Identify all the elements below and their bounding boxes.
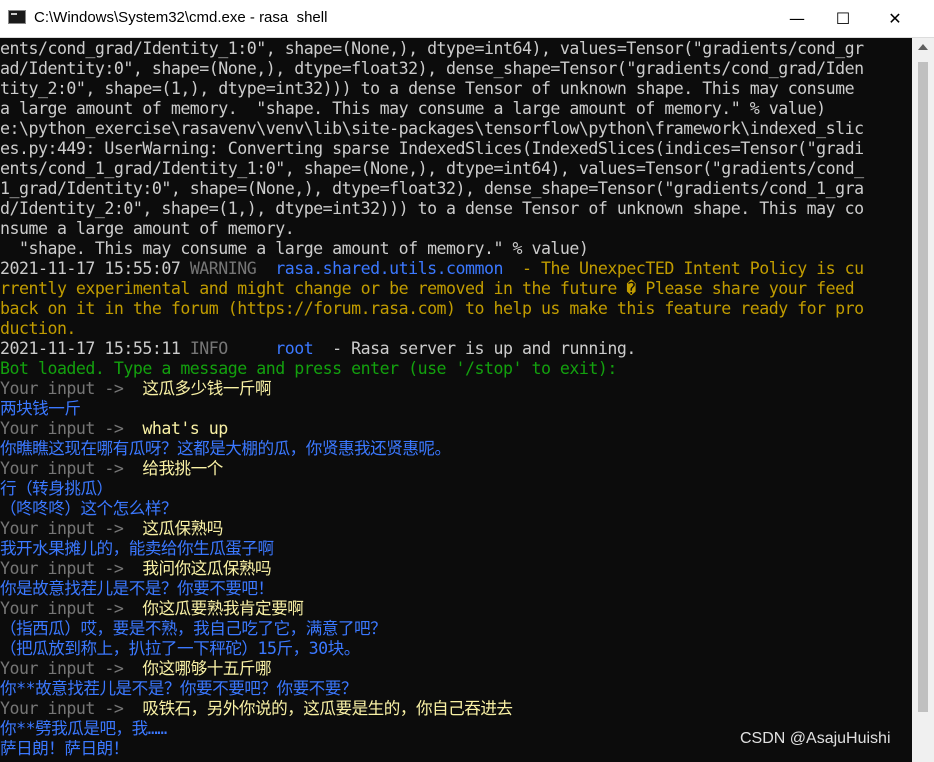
console-line: 两块钱一斤 — [0, 399, 81, 419]
console-line: 行（转身挑瓜） — [0, 479, 113, 499]
console-text-bot-text: 你**劈我瓜是吧，我…… — [0, 719, 167, 738]
minimize-button[interactable]: — — [774, 0, 820, 37]
console-text-default: ents/cond_1_grad/Identity_1:0", shape=(N… — [0, 159, 864, 178]
console-line: ents/cond_grad/Identity_1:0", shape=(Non… — [0, 39, 864, 59]
console-line: 萨日朗！萨日朗！ — [0, 739, 129, 759]
console-text-user-text: 给我挑一个 — [142, 459, 223, 478]
watermark: CSDN @AsajuHuishi — [740, 730, 891, 747]
console-text-warning-msg: rrently experimental and might change or… — [0, 279, 855, 298]
console-line: Your input -> what's up — [0, 419, 228, 439]
console-text-user-text: 你这哪够十五斤哪 — [142, 659, 272, 678]
scroll-up-arrow-icon[interactable] — [918, 44, 928, 50]
console-text-bot-text: （把瓜放到称上，扒拉了一下秤砣）15斤，30块。 — [0, 639, 360, 658]
console-line: 你是故意找茬儿是不是？你要不要吧！ — [0, 579, 274, 599]
vertical-scrollbar[interactable] — [912, 38, 934, 762]
console-text-bot-text: （咚咚咚）这个怎么样？ — [0, 499, 178, 518]
console-text-user-text: 这瓜多少钱一斤啊 — [142, 379, 272, 398]
console-text-info-label: INFO — [189, 339, 276, 358]
console-text-prompt: Your input -> — [0, 599, 143, 618]
console-text-warning-msg: - The UnexpecTED Intent Policy is cu — [503, 259, 864, 278]
console-line: e:\python_exercise\rasavenv\venv\lib\sit… — [0, 119, 864, 139]
title-bar[interactable]: C:\Windows\System32\cmd.exe - rasa shell… — [0, 0, 934, 38]
console-text-default: - Rasa server is up and running. — [313, 339, 636, 358]
console-text-warning-msg: duction. — [0, 319, 76, 338]
console-line: 你瞧瞧这现在哪有瓜呀？这都是大棚的瓜，你贤惠我还贤惠呢。 — [0, 439, 451, 459]
console-text-prompt: Your input -> — [0, 699, 143, 718]
console-text-bot-text: 你是故意找茬儿是不是？你要不要吧！ — [0, 579, 274, 598]
console-text-timestamp: 2021-11-17 15:55:11 — [0, 339, 190, 358]
console-text-bot-text: 你瞧瞧这现在哪有瓜呀？这都是大棚的瓜，你贤惠我还贤惠呢。 — [0, 439, 451, 458]
console-text-prompt: Your input -> — [0, 459, 143, 478]
console-line: 我开水果摊儿的，能卖给你生瓜蛋子啊 — [0, 539, 274, 559]
console-text-bot-text: 你**故意找茬儿是不是？你要不要吧？你要不要？ — [0, 679, 357, 698]
console-text-default: ents/cond_grad/Identity_1:0", shape=(Non… — [0, 39, 864, 58]
console-line: ents/cond_1_grad/Identity_1:0", shape=(N… — [0, 159, 864, 179]
console-text-default: es.py:449: UserWarning: Converting spars… — [0, 139, 864, 158]
console-line: Your input -> 这瓜多少钱一斤啊 — [0, 379, 272, 399]
console-text-timestamp: 2021-11-17 15:55:07 — [0, 259, 190, 278]
console-line: a large amount of memory. "shape. This m… — [0, 99, 826, 119]
console-line: 1_grad/Identity:0", shape=(None,), dtype… — [0, 179, 864, 199]
console-line: Your input -> 你这瓜要熟我肯定要啊 — [0, 599, 304, 619]
console-output[interactable]: ents/cond_grad/Identity_1:0", shape=(Non… — [0, 38, 912, 762]
console-line: （把瓜放到称上，扒拉了一下秤砣）15斤，30块。 — [0, 639, 360, 659]
console-text-logger: root — [275, 339, 314, 358]
maximize-button[interactable]: ☐ — [820, 0, 866, 37]
console-line: 你**劈我瓜是吧，我…… — [0, 719, 167, 739]
scroll-thumb[interactable] — [918, 62, 928, 712]
console-line: 你**故意找茬儿是不是？你要不要吧？你要不要？ — [0, 679, 357, 699]
console-line: Your input -> 这瓜保熟吗 — [0, 519, 223, 539]
console-text-bot-text: 行（转身挑瓜） — [0, 479, 113, 498]
console-line: "shape. This may consume a large amount … — [0, 239, 589, 259]
console-text-bot-text: （指西瓜）哎，要是不熟，我自己吃了它，满意了吧？ — [0, 619, 387, 638]
console-text-default: nsume a large amount of memory. — [0, 219, 295, 238]
console-text-default: a large amount of memory. "shape. This m… — [0, 99, 826, 118]
console-text-user-text: 我问你这瓜保熟吗 — [142, 559, 272, 578]
console-line: Your input -> 吸铁石，另外你说的，这瓜要是生的，你自己吞进去 — [0, 699, 513, 719]
console-line: Your input -> 你这哪够十五斤哪 — [0, 659, 272, 679]
console-line: back on it in the forum (https://forum.r… — [0, 299, 864, 319]
console-text-prompt: Your input -> — [0, 419, 143, 438]
console-text-user-text: 你这瓜要熟我肯定要啊 — [142, 599, 304, 618]
console-text-prompt: Your input -> — [0, 379, 143, 398]
console-text-logger: rasa.shared.utils.common — [275, 259, 504, 278]
console-text-bot-loaded: Bot loaded. Type a message and press ent… — [0, 359, 617, 378]
console-text-prompt: Your input -> — [0, 519, 143, 538]
console-line: ad/Identity:0", shape=(None,), dtype=flo… — [0, 59, 864, 79]
console-text-default: 1_grad/Identity:0", shape=(None,), dtype… — [0, 179, 864, 198]
console-text-prompt: Your input -> — [0, 559, 143, 578]
console-text-default: "shape. This may consume a large amount … — [0, 239, 589, 258]
console-line: （咚咚咚）这个怎么样？ — [0, 499, 178, 519]
console-text-default: e:\python_exercise\rasavenv\venv\lib\sit… — [0, 119, 864, 138]
console-line: Bot loaded. Type a message and press ent… — [0, 359, 617, 379]
console-line: （指西瓜）哎，要是不熟，我自己吃了它，满意了吧？ — [0, 619, 387, 639]
window-title: C:\Windows\System32\cmd.exe - rasa shell — [34, 9, 328, 26]
console-text-bot-text: 萨日朗！萨日朗！ — [0, 739, 129, 758]
console-line: d/Identity_2:0", shape=(1,), dtype=int32… — [0, 199, 864, 219]
console-text-user-text: what's up — [142, 419, 228, 438]
console-text-prompt: Your input -> — [0, 659, 143, 678]
console-line: duction. — [0, 319, 76, 339]
console-text-warning-msg: back on it in the forum (https://forum.r… — [0, 299, 864, 318]
console-line: nsume a large amount of memory. — [0, 219, 295, 239]
cmd-icon — [8, 10, 26, 24]
console-line: Your input -> 我问你这瓜保熟吗 — [0, 559, 272, 579]
console-line: rrently experimental and might change or… — [0, 279, 855, 299]
console-text-default: tity_2:0", shape=(1,), dtype=int32))) to… — [0, 79, 855, 98]
console-text-user-text: 这瓜保熟吗 — [142, 519, 223, 538]
console-text-default: d/Identity_2:0", shape=(1,), dtype=int32… — [0, 199, 864, 218]
console-text-bot-text: 两块钱一斤 — [0, 399, 81, 418]
console-line: es.py:449: UserWarning: Converting spars… — [0, 139, 864, 159]
close-button[interactable]: ✕ — [872, 0, 918, 37]
console-line: Your input -> 给我挑一个 — [0, 459, 223, 479]
console-text-warning-label: WARNING — [189, 259, 276, 278]
console-line: 2021-11-17 15:55:07 WARNING rasa.shared.… — [0, 259, 864, 279]
console-line: tity_2:0", shape=(1,), dtype=int32))) to… — [0, 79, 855, 99]
console-text-bot-text: 我开水果摊儿的，能卖给你生瓜蛋子啊 — [0, 539, 274, 558]
console-text-default: ad/Identity:0", shape=(None,), dtype=flo… — [0, 59, 864, 78]
console-text-user-text: 吸铁石，另外你说的，这瓜要是生的，你自己吞进去 — [142, 699, 513, 718]
console-line: 2021-11-17 15:55:11 INFO root - Rasa ser… — [0, 339, 636, 359]
